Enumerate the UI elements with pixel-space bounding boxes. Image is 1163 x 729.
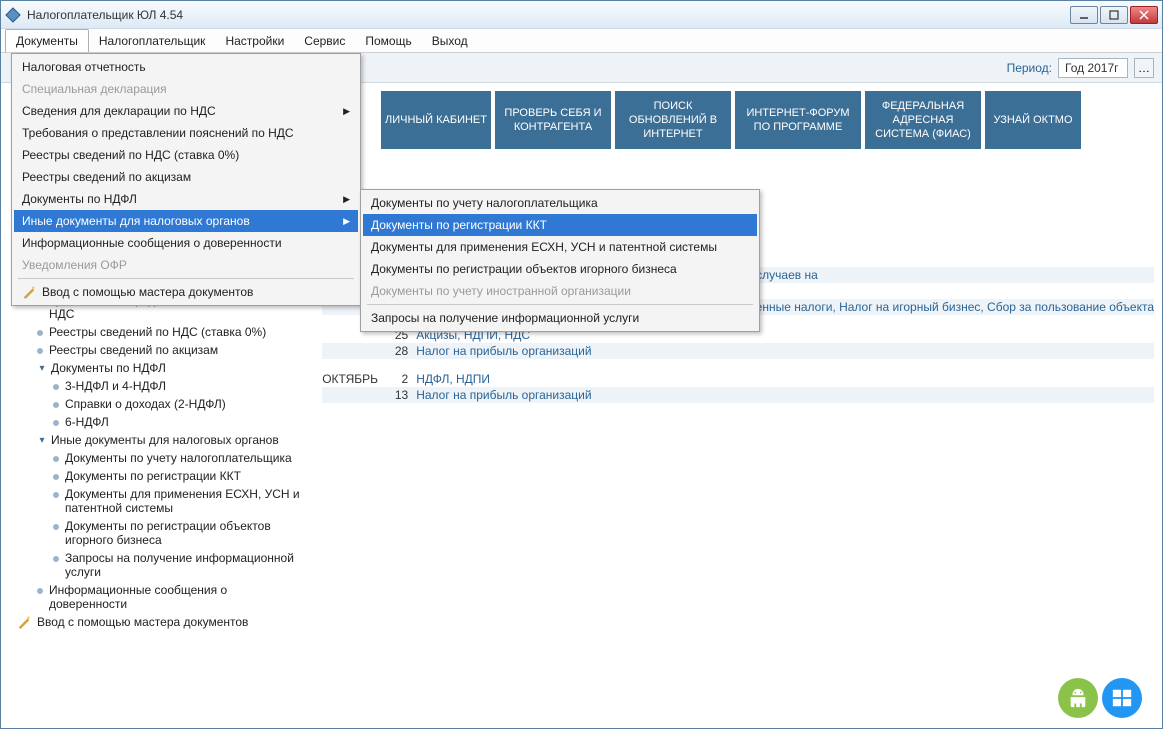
submenu-item-2[interactable]: Документы для применения ЕСХН, УСН и пат… <box>363 236 757 258</box>
tree-item-9[interactable]: Документы по учету налогоплательщика <box>9 449 302 467</box>
tree-item-13[interactable]: Запросы на получение информационной услу… <box>9 549 302 581</box>
tree-label: Документы по регистрации ККТ <box>65 469 241 483</box>
tree-item-10[interactable]: Документы по регистрации ККТ <box>9 467 302 485</box>
wand-icon <box>22 285 36 299</box>
tree-label: Документы по НДФЛ <box>51 361 166 375</box>
minimize-button[interactable] <box>1070 6 1098 24</box>
dropdown-item-7[interactable]: Иные документы для налоговых органов▶ <box>14 210 358 232</box>
dropdown-wizard[interactable]: Ввод с помощью мастера документов <box>14 281 358 303</box>
dropdown-item-8[interactable]: Информационные сообщения о доверенности <box>14 232 358 254</box>
bullet-icon <box>53 420 59 426</box>
dropdown-item-9: Уведомления ОФР <box>14 254 358 276</box>
tree-label: Иные документы для налоговых органов <box>51 433 279 447</box>
tree-item-8[interactable]: ▾ Иные документы для налоговых органов <box>9 431 302 449</box>
calendar-row-4[interactable]: 28Налог на прибыль организаций <box>322 343 1154 359</box>
bullet-icon <box>53 384 59 390</box>
bullet-icon <box>53 402 59 408</box>
bullet-icon <box>53 474 59 480</box>
tree-label: Информационные сообщения о доверенности <box>49 583 302 611</box>
tree-label: Документы для применения ЕСХН, УСН и пат… <box>65 487 302 515</box>
menu-documents[interactable]: Документы <box>5 29 89 52</box>
tree-item-5[interactable]: 3-НДФЛ и 4-НДФЛ <box>9 377 302 395</box>
window-title: Налогоплательщик ЮЛ 4.54 <box>27 8 1070 22</box>
menu-settings[interactable]: Настройки <box>215 29 294 52</box>
calendar-text: Налог на прибыль организаций <box>416 344 1154 358</box>
tree-wizard[interactable]: Ввод с помощью мастера документов <box>9 613 302 631</box>
windows-icon[interactable] <box>1102 678 1142 718</box>
dropdown-item-5[interactable]: Реестры сведений по акцизам <box>14 166 358 188</box>
period-value[interactable]: Год 2017г <box>1058 58 1128 78</box>
expander-icon[interactable]: ▾ <box>37 363 47 374</box>
calendar-day: 13 <box>388 388 416 402</box>
calendar-day: 2 <box>388 372 416 386</box>
calendar-text: Налог на прибыль организаций <box>416 388 1154 402</box>
expander-icon[interactable]: ▾ <box>37 435 47 446</box>
app-window: Налогоплательщик ЮЛ 4.54 Документы Налог… <box>0 0 1163 729</box>
tree-label: 3-НДФЛ и 4-НДФЛ <box>65 379 166 393</box>
dropdown-item-3[interactable]: Требования о представлении пояснений по … <box>14 122 358 144</box>
dropdown-item-6[interactable]: Документы по НДФЛ▶ <box>14 188 358 210</box>
menu-service[interactable]: Сервис <box>294 29 355 52</box>
tree-item-12[interactable]: Документы по регистрации объектов игорно… <box>9 517 302 549</box>
submenu-item-6[interactable]: Запросы на получение информационной услу… <box>363 307 757 329</box>
menu-exit[interactable]: Выход <box>422 29 478 52</box>
tree-item-6[interactable]: Справки о доходах (2-НДФЛ) <box>9 395 302 413</box>
wand-icon <box>17 615 31 629</box>
period-picker-button[interactable]: … <box>1134 58 1154 78</box>
dropdown-item-0[interactable]: Налоговая отчетность <box>14 56 358 78</box>
tree-label: Справки о доходах (2-НДФЛ) <box>65 397 226 411</box>
tree-item-14[interactable]: Информационные сообщения о доверенности <box>9 581 302 613</box>
other-docs-submenu: Документы по учету налогоплательщикаДоку… <box>360 189 760 332</box>
calendar-day: 28 <box>388 344 416 358</box>
submenu-item-3[interactable]: Документы по регистрации объектов игорно… <box>363 258 757 280</box>
calendar-text: НДФЛ, НДПИ <box>416 372 1154 386</box>
tree-item-4[interactable]: ▾ Документы по НДФЛ <box>9 359 302 377</box>
app-icon <box>5 7 21 23</box>
tree-label: Реестры сведений по НДС (ставка 0%) <box>49 325 266 339</box>
bullet-icon <box>37 330 43 336</box>
tree-label: Реестры сведений по акцизам <box>49 343 218 357</box>
window-controls <box>1070 6 1158 24</box>
submenu-separator <box>367 304 753 305</box>
submenu-item-4: Документы по учету иностранной организац… <box>363 280 757 302</box>
footer-icons <box>1058 678 1142 718</box>
dropdown-separator <box>18 278 354 279</box>
tree-item-11[interactable]: Документы для применения ЕСХН, УСН и пат… <box>9 485 302 517</box>
tree-label: Документы по учету налогоплательщика <box>65 451 292 465</box>
calendar-panel: ное, медицинское страхование, Страховани… <box>302 87 1154 720</box>
bullet-icon <box>37 588 43 594</box>
dropdown-item-2[interactable]: Сведения для декларации по НДС▶ <box>14 100 358 122</box>
tree-item-3[interactable]: Реестры сведений по акцизам <box>9 341 302 359</box>
calendar-row-6[interactable]: 13Налог на прибыль организаций <box>322 387 1154 403</box>
submenu-arrow-icon: ▶ <box>343 106 350 117</box>
tree-label: 6-НДФЛ <box>65 415 109 429</box>
documents-dropdown: Налоговая отчетностьСпециальная декларац… <box>11 53 361 306</box>
tree-label: Запросы на получение информационной услу… <box>65 551 302 579</box>
titlebar: Налогоплательщик ЮЛ 4.54 <box>1 1 1162 29</box>
close-button[interactable] <box>1130 6 1158 24</box>
bullet-icon <box>53 524 59 530</box>
bullet-icon <box>53 556 59 562</box>
menu-help[interactable]: Помощь <box>355 29 421 52</box>
tree-item-7[interactable]: 6-НДФЛ <box>9 413 302 431</box>
bullet-icon <box>53 492 59 498</box>
dropdown-item-4[interactable]: Реестры сведений по НДС (ставка 0%) <box>14 144 358 166</box>
submenu-item-0[interactable]: Документы по учету налогоплательщика <box>363 192 757 214</box>
bullet-icon <box>53 456 59 462</box>
submenu-item-1[interactable]: Документы по регистрации ККТ <box>363 214 757 236</box>
bullet-icon <box>37 348 43 354</box>
period-label: Период: <box>1007 61 1052 75</box>
tree-item-2[interactable]: Реестры сведений по НДС (ставка 0%) <box>9 323 302 341</box>
maximize-button[interactable] <box>1100 6 1128 24</box>
menubar: Документы Налогоплательщик Настройки Сер… <box>1 29 1162 53</box>
dropdown-item-1: Специальная декларация <box>14 78 358 100</box>
submenu-arrow-icon: ▶ <box>343 194 350 205</box>
calendar-month: ОКТЯБРЬ <box>322 372 388 386</box>
calendar-row-5[interactable]: ОКТЯБРЬ2НДФЛ, НДПИ <box>322 371 1154 387</box>
menu-taxpayer[interactable]: Налогоплательщик <box>89 29 216 52</box>
android-icon[interactable] <box>1058 678 1098 718</box>
submenu-arrow-icon: ▶ <box>343 216 350 227</box>
tree-label: Документы по регистрации объектов игорно… <box>65 519 302 547</box>
